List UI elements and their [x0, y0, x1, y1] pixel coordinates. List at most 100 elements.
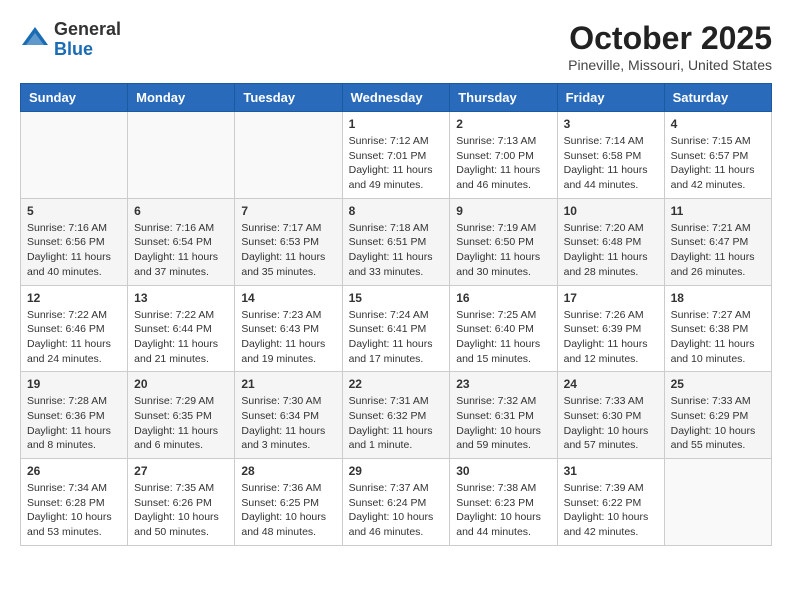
day-number: 1	[349, 117, 444, 131]
day-number: 17	[564, 291, 658, 305]
calendar-cell	[21, 112, 128, 199]
calendar-week-row: 26 Sunrise: 7:34 AMSunset: 6:28 PMDayligh…	[21, 459, 772, 546]
weekday-header-row: SundayMondayTuesdayWednesdayThursdayFrid…	[21, 84, 772, 112]
day-number: 30	[456, 464, 550, 478]
day-number: 7	[241, 204, 335, 218]
day-number: 10	[564, 204, 658, 218]
day-info: Sunrise: 7:15 AMSunset: 6:57 PMDaylight:…	[671, 134, 765, 193]
day-info: Sunrise: 7:33 AMSunset: 6:29 PMDaylight:…	[671, 394, 765, 453]
page-header: General Blue October 2025 Pineville, Mis…	[20, 20, 772, 73]
day-number: 29	[349, 464, 444, 478]
day-number: 21	[241, 377, 335, 391]
weekday-header: Saturday	[664, 84, 771, 112]
calendar-cell: 25 Sunrise: 7:33 AMSunset: 6:29 PMDayligh…	[664, 372, 771, 459]
day-number: 14	[241, 291, 335, 305]
calendar-week-row: 19 Sunrise: 7:28 AMSunset: 6:36 PMDayligh…	[21, 372, 772, 459]
calendar-cell	[128, 112, 235, 199]
day-number: 27	[134, 464, 228, 478]
calendar-cell: 8 Sunrise: 7:18 AMSunset: 6:51 PMDaylight…	[342, 198, 450, 285]
calendar-cell: 22 Sunrise: 7:31 AMSunset: 6:32 PMDayligh…	[342, 372, 450, 459]
day-number: 8	[349, 204, 444, 218]
weekday-header: Tuesday	[235, 84, 342, 112]
day-info: Sunrise: 7:31 AMSunset: 6:32 PMDaylight:…	[349, 394, 444, 453]
day-info: Sunrise: 7:28 AMSunset: 6:36 PMDaylight:…	[27, 394, 121, 453]
day-info: Sunrise: 7:21 AMSunset: 6:47 PMDaylight:…	[671, 221, 765, 280]
day-number: 13	[134, 291, 228, 305]
day-number: 9	[456, 204, 550, 218]
calendar-cell: 3Sunrise: 7:14 AMSunset: 6:58 PMDaylight…	[557, 112, 664, 199]
day-info: Sunrise: 7:30 AMSunset: 6:34 PMDaylight:…	[241, 394, 335, 453]
day-info: Sunrise: 7:16 AMSunset: 6:56 PMDaylight:…	[27, 221, 121, 280]
calendar-cell: 18 Sunrise: 7:27 AMSunset: 6:38 PMDayligh…	[664, 285, 771, 372]
day-info: Sunrise: 7:22 AMSunset: 6:44 PMDaylight:…	[134, 308, 228, 367]
day-number: 25	[671, 377, 765, 391]
day-number: 16	[456, 291, 550, 305]
day-info: Sunrise: 7:20 AMSunset: 6:48 PMDaylight:…	[564, 221, 658, 280]
calendar-cell: 6 Sunrise: 7:16 AMSunset: 6:54 PMDaylight…	[128, 198, 235, 285]
day-number: 12	[27, 291, 121, 305]
location: Pineville, Missouri, United States	[568, 57, 772, 73]
day-info: Sunrise: 7:36 AMSunset: 6:25 PMDaylight:…	[241, 481, 335, 540]
logo-icon	[20, 25, 50, 55]
day-info: Sunrise: 7:17 AMSunset: 6:53 PMDaylight:…	[241, 221, 335, 280]
calendar-table: SundayMondayTuesdayWednesdayThursdayFrid…	[20, 83, 772, 546]
day-info: Sunrise: 7:12 AMSunset: 7:01 PMDaylight:…	[349, 134, 444, 193]
logo-general: General	[54, 20, 121, 40]
weekday-header: Sunday	[21, 84, 128, 112]
weekday-header: Thursday	[450, 84, 557, 112]
calendar-cell: 30 Sunrise: 7:38 AMSunset: 6:23 PMDayligh…	[450, 459, 557, 546]
day-number: 11	[671, 204, 765, 218]
calendar-cell: 29Sunrise: 7:37 AMSunset: 6:24 PMDayligh…	[342, 459, 450, 546]
calendar-cell: 31 Sunrise: 7:39 AMSunset: 6:22 PMDayligh…	[557, 459, 664, 546]
day-number: 3	[564, 117, 658, 131]
day-info: Sunrise: 7:32 AMSunset: 6:31 PMDaylight:…	[456, 394, 550, 453]
day-number: 22	[349, 377, 444, 391]
day-number: 31	[564, 464, 658, 478]
calendar-cell: 23Sunrise: 7:32 AMSunset: 6:31 PMDayligh…	[450, 372, 557, 459]
day-info: Sunrise: 7:27 AMSunset: 6:38 PMDaylight:…	[671, 308, 765, 367]
calendar-cell: 13 Sunrise: 7:22 AMSunset: 6:44 PMDayligh…	[128, 285, 235, 372]
calendar-cell: 11 Sunrise: 7:21 AMSunset: 6:47 PMDayligh…	[664, 198, 771, 285]
day-info: Sunrise: 7:23 AMSunset: 6:43 PMDaylight:…	[241, 308, 335, 367]
calendar-cell: 10 Sunrise: 7:20 AMSunset: 6:48 PMDayligh…	[557, 198, 664, 285]
day-number: 6	[134, 204, 228, 218]
day-info: Sunrise: 7:18 AMSunset: 6:51 PMDaylight:…	[349, 221, 444, 280]
day-number: 26	[27, 464, 121, 478]
day-number: 20	[134, 377, 228, 391]
month-title: October 2025	[568, 20, 772, 57]
day-number: 18	[671, 291, 765, 305]
day-info: Sunrise: 7:39 AMSunset: 6:22 PMDaylight:…	[564, 481, 658, 540]
calendar-week-row: 12 Sunrise: 7:22 AMSunset: 6:46 PMDayligh…	[21, 285, 772, 372]
day-info: Sunrise: 7:25 AMSunset: 6:40 PMDaylight:…	[456, 308, 550, 367]
calendar-cell: 27Sunrise: 7:35 AMSunset: 6:26 PMDayligh…	[128, 459, 235, 546]
day-info: Sunrise: 7:26 AMSunset: 6:39 PMDaylight:…	[564, 308, 658, 367]
calendar-cell: 12 Sunrise: 7:22 AMSunset: 6:46 PMDayligh…	[21, 285, 128, 372]
day-number: 2	[456, 117, 550, 131]
day-info: Sunrise: 7:16 AMSunset: 6:54 PMDaylight:…	[134, 221, 228, 280]
calendar-cell: 24 Sunrise: 7:33 AMSunset: 6:30 PMDayligh…	[557, 372, 664, 459]
calendar-cell: 16 Sunrise: 7:25 AMSunset: 6:40 PMDayligh…	[450, 285, 557, 372]
day-info: Sunrise: 7:22 AMSunset: 6:46 PMDaylight:…	[27, 308, 121, 367]
calendar-cell: 1 Sunrise: 7:12 AMSunset: 7:01 PMDaylight…	[342, 112, 450, 199]
weekday-header: Monday	[128, 84, 235, 112]
day-info: Sunrise: 7:33 AMSunset: 6:30 PMDaylight:…	[564, 394, 658, 453]
logo-text: General Blue	[54, 20, 121, 60]
day-number: 24	[564, 377, 658, 391]
day-number: 15	[349, 291, 444, 305]
calendar-cell	[235, 112, 342, 199]
day-info: Sunrise: 7:13 AMSunset: 7:00 PMDaylight:…	[456, 134, 550, 193]
calendar-cell	[664, 459, 771, 546]
calendar-cell: 20 Sunrise: 7:29 AMSunset: 6:35 PMDayligh…	[128, 372, 235, 459]
day-info: Sunrise: 7:38 AMSunset: 6:23 PMDaylight:…	[456, 481, 550, 540]
day-info: Sunrise: 7:34 AMSunset: 6:28 PMDaylight:…	[27, 481, 121, 540]
weekday-header: Friday	[557, 84, 664, 112]
calendar-cell: 26 Sunrise: 7:34 AMSunset: 6:28 PMDayligh…	[21, 459, 128, 546]
calendar-cell: 2 Sunrise: 7:13 AMSunset: 7:00 PMDaylight…	[450, 112, 557, 199]
day-info: Sunrise: 7:29 AMSunset: 6:35 PMDaylight:…	[134, 394, 228, 453]
calendar-cell: 14 Sunrise: 7:23 AMSunset: 6:43 PMDayligh…	[235, 285, 342, 372]
calendar-cell: 19 Sunrise: 7:28 AMSunset: 6:36 PMDayligh…	[21, 372, 128, 459]
day-number: 19	[27, 377, 121, 391]
title-area: October 2025 Pineville, Missouri, United…	[568, 20, 772, 73]
calendar-cell: 9Sunrise: 7:19 AMSunset: 6:50 PMDaylight…	[450, 198, 557, 285]
logo-blue: Blue	[54, 40, 121, 60]
